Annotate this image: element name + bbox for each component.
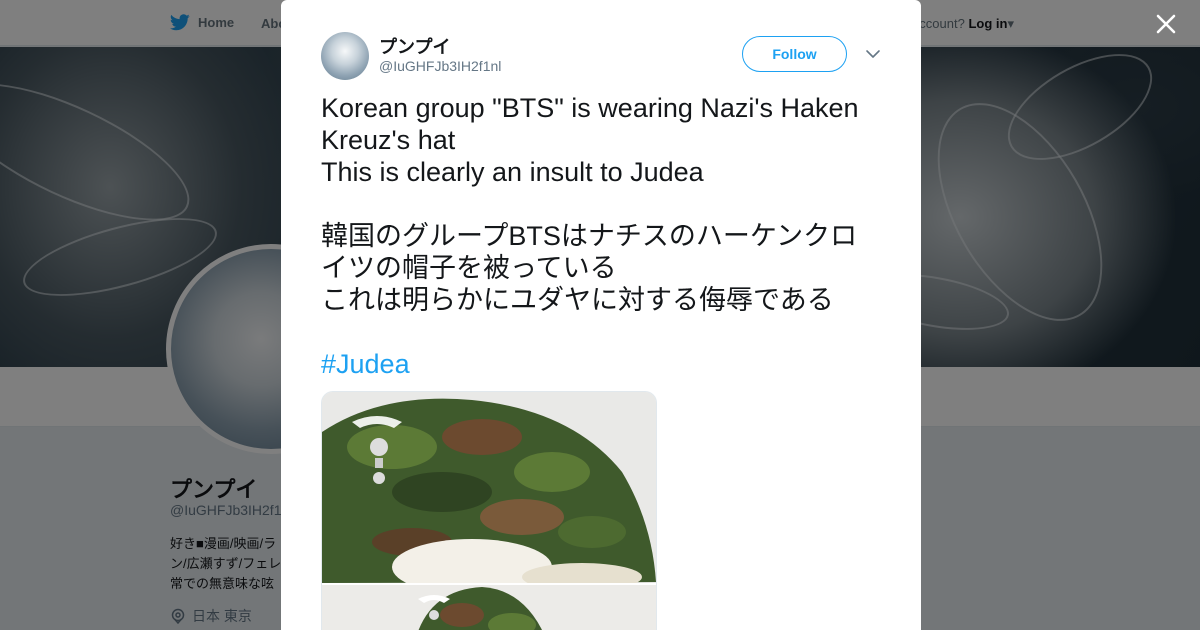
tweet-photo[interactable] xyxy=(322,585,656,630)
author-handle[interactable]: @IuGHFJb3IH2f1nl xyxy=(379,58,501,74)
author-name[interactable]: プンプイ xyxy=(379,33,450,59)
tweet-media[interactable] xyxy=(321,391,657,630)
tweet-modal: プンプイ @IuGHFJb3IH2f1nl Follow Korean grou… xyxy=(281,0,921,630)
tweet-text: Korean group "BTS" is wearing Nazi's Hak… xyxy=(321,93,859,315)
camo-cap-image xyxy=(322,392,656,583)
close-icon[interactable] xyxy=(1152,10,1180,38)
hashtag-link[interactable]: #Judea xyxy=(321,348,410,380)
camo-cap-image xyxy=(322,585,656,630)
chevron-down-icon[interactable] xyxy=(865,47,881,61)
tweet-photo[interactable] xyxy=(322,392,656,583)
author-avatar[interactable] xyxy=(321,32,369,80)
follow-button[interactable]: Follow xyxy=(742,36,847,72)
